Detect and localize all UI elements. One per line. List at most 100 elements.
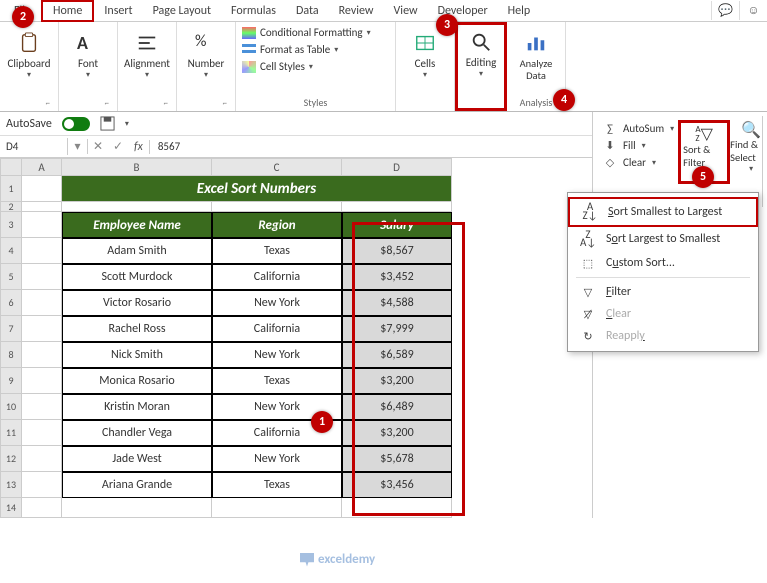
cell[interactable] [342,202,452,212]
col-header-d[interactable]: D [342,158,452,176]
select-all-corner[interactable] [0,158,22,176]
qat-dropdown-icon[interactable]: ▾ [125,119,129,129]
row-header[interactable]: 7 [0,316,22,342]
cancel-formula-icon[interactable]: ✕ [88,139,108,154]
dialog-launcher-icon[interactable]: ⌐ [164,98,168,109]
cell-employee[interactable]: Victor Rosario [62,290,212,316]
editing-button[interactable]: Editing ▾ [458,25,504,79]
cell[interactable] [22,290,62,316]
worksheet[interactable]: 1 A B C D 1 Excel Sort Numbers 2 [0,158,592,518]
cell-salary[interactable]: $8,567 [342,238,452,264]
cell[interactable] [22,316,62,342]
name-box[interactable]: D4 [0,138,68,155]
menu-sort-asc[interactable]: AZ↓ SSort Smallest to Largestort Smalles… [568,197,758,227]
row-header[interactable]: 8 [0,342,22,368]
cell-salary[interactable]: $4,588 [342,290,452,316]
cell[interactable] [212,498,342,518]
cell-region[interactable]: New York [212,290,342,316]
cell[interactable] [22,394,62,420]
cell-region[interactable]: California [212,264,342,290]
row-header[interactable]: 1 [0,176,22,202]
clear-button[interactable]: ◇Clear ▾ [603,154,674,171]
cell-employee[interactable]: Rachel Ross [62,316,212,342]
cell-salary[interactable]: $5,678 [342,446,452,472]
menu-custom-sort[interactable]: ⬚ Custom Sort... [568,252,758,274]
cell[interactable] [62,202,212,212]
dialog-launcher-icon[interactable]: ⌐ [46,98,50,109]
number-button[interactable]: % Number ▾ [183,26,229,80]
tab-home[interactable]: Home [41,0,94,22]
menu-clear[interactable]: ▽̸ Clear [568,303,758,325]
cell-salary[interactable]: $6,489 [342,394,452,420]
analyze-data-button[interactable]: Analyze Data [513,26,559,81]
row-header[interactable]: 5 [0,264,22,290]
cell-employee[interactable]: Jade West [62,446,212,472]
row-header[interactable]: 6 [0,290,22,316]
fill-button[interactable]: ⬇Fill ▾ [603,137,674,154]
conditional-formatting-button[interactable]: Conditional Formatting ▾ [242,26,389,39]
autosum-button[interactable]: ∑AutoSum ▾ [603,120,674,137]
find-select-button[interactable]: 🔍 Find & Select▾ [730,120,767,184]
cell[interactable] [22,212,62,238]
row-header[interactable]: 2 [0,202,22,212]
tab-insert[interactable]: Insert [94,2,142,20]
cell-salary[interactable]: $6,589 [342,342,452,368]
cell-employee[interactable]: Ariana Grande [62,472,212,498]
row-header[interactable]: 12 [0,446,22,472]
cell-region[interactable]: Texas [212,472,342,498]
clipboard-button[interactable]: Clipboard ▾ [6,26,52,80]
cell[interactable] [22,176,62,202]
dialog-launcher-icon[interactable]: ⌐ [223,98,227,109]
menu-sort-desc[interactable]: ZA↓ Sort Largest to Smallest [568,227,758,253]
cell-employee[interactable]: Nick Smith [62,342,212,368]
col-header-c[interactable]: C [212,158,342,176]
row-header[interactable]: 3 [0,212,22,238]
cell-region[interactable]: New York [212,342,342,368]
cell[interactable] [22,238,62,264]
tab-formulas[interactable]: Formulas [221,2,286,20]
tab-help[interactable]: Help [498,2,541,20]
fx-icon[interactable]: fx [128,140,150,154]
cell[interactable] [22,264,62,290]
cell[interactable] [62,498,212,518]
tab-data[interactable]: Data [286,2,329,20]
cell-salary[interactable]: $3,456 [342,472,452,498]
row-header[interactable]: 9 [0,368,22,394]
cell-salary[interactable]: $7,999 [342,316,452,342]
cell[interactable] [22,472,62,498]
header-region[interactable]: Region [212,212,342,238]
save-icon[interactable] [100,116,115,131]
cell[interactable] [22,498,62,518]
autosave-toggle[interactable] [62,117,90,131]
cell-salary[interactable]: $3,452 [342,264,452,290]
feedback-icon[interactable]: ☺ [739,1,767,20]
menu-reapply[interactable]: ↻ Reapply [568,325,758,347]
cell-salary[interactable]: $3,200 [342,368,452,394]
col-header-b[interactable]: B [62,158,212,176]
cell-employee[interactable]: Scott Murdock [62,264,212,290]
row-header[interactable]: 10 [0,394,22,420]
tab-page-layout[interactable]: Page Layout [143,2,221,20]
name-box-dropdown-icon[interactable]: ▾ [68,139,88,154]
enter-formula-icon[interactable]: ✓ [108,139,128,154]
cell-region[interactable]: Texas [212,368,342,394]
cell[interactable] [212,202,342,212]
format-as-table-button[interactable]: Format as Table ▾ [242,43,389,56]
cell-employee[interactable]: Monica Rosario [62,368,212,394]
cell[interactable] [22,202,62,212]
cell[interactable] [22,342,62,368]
cell-region[interactable]: New York [212,446,342,472]
cell-salary[interactable]: $3,200 [342,420,452,446]
row-header[interactable]: 4 [0,238,22,264]
font-button[interactable]: A Font ▾ [65,26,111,80]
cell[interactable] [342,498,452,518]
tab-view[interactable]: View [384,2,428,20]
col-header-a[interactable]: A [22,158,62,176]
cell-region[interactable]: Texas [212,238,342,264]
dialog-launcher-icon[interactable]: ⌐ [105,98,109,109]
cell-employee[interactable]: Chandler Vega [62,420,212,446]
comments-icon[interactable]: 💬 [711,1,739,20]
row-header[interactable]: 13 [0,472,22,498]
row-header[interactable]: 14 [0,498,22,518]
cell-employee[interactable]: Kristin Moran [62,394,212,420]
